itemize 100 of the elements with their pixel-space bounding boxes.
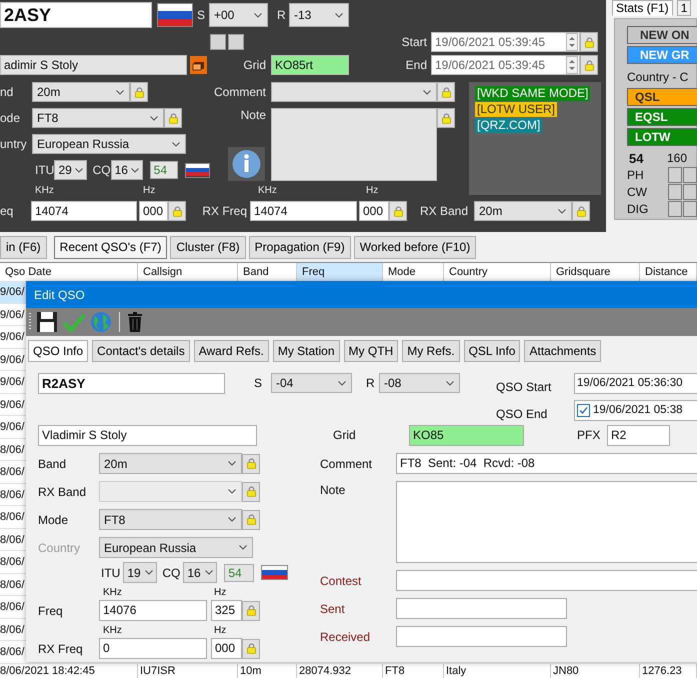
name-field[interactable]: adimir S Stoly: [0, 55, 187, 75]
dropdown[interactable]: -04: [271, 373, 352, 393]
column-header[interactable]: Band: [238, 263, 297, 281]
lock-button[interactable]: [242, 600, 260, 620]
dropdown[interactable]: European Russia: [32, 134, 186, 154]
comment-field[interactable]: FT8 Sent: -04 Rcvd: -08: [396, 453, 697, 474]
table-row[interactable]: 9/06/: [0, 326, 26, 348]
frequency-field[interactable]: 14074: [250, 201, 357, 221]
callsign-field[interactable]: 2ASY: [0, 2, 152, 28]
table-row[interactable]: 8/06/: [0, 484, 26, 506]
tab[interactable]: QSL Info: [464, 340, 520, 362]
hz-field[interactable]: 000: [211, 638, 242, 659]
received-field[interactable]: [396, 626, 567, 647]
hz-field[interactable]: 000: [359, 201, 389, 221]
column-header[interactable]: Gridsquare: [551, 263, 640, 281]
table-row[interactable]: 8/06/2021 18:42:45 IU7ISR 10m 28074.932 FT8 Italy JN80 1276.23: [0, 664, 697, 678]
note-area[interactable]: [396, 481, 697, 563]
table-row[interactable]: 8/06/: [0, 461, 26, 484]
dropdown[interactable]: FT8: [99, 509, 242, 530]
tab[interactable]: Contact's details: [92, 340, 190, 362]
table-row[interactable]: 8/06/: [0, 596, 26, 618]
lock-button[interactable]: [437, 82, 455, 102]
lock-button[interactable]: [580, 32, 598, 52]
lock-button[interactable]: [242, 454, 260, 474]
table-row[interactable]: 8/06/: [0, 506, 26, 528]
column-header[interactable]: Distance: [640, 263, 697, 281]
table-row[interactable]: 8/06/: [0, 528, 26, 551]
globe-icon[interactable]: [90, 311, 112, 333]
lock-button[interactable]: [242, 510, 260, 530]
dropdown[interactable]: 20m: [32, 82, 130, 102]
tab[interactable]: QSO Info: [28, 340, 88, 362]
dropdown[interactable]: -13: [289, 3, 349, 27]
dropdown[interactable]: 16: [183, 562, 218, 583]
tag[interactable]: [LOTW USER]: [475, 102, 558, 117]
lock-button[interactable]: [168, 201, 186, 221]
toggle-button[interactable]: [210, 34, 226, 50]
callsign-field[interactable]: R2ASY: [38, 372, 225, 394]
table-row[interactable]: 8/06/: [0, 551, 26, 574]
column-header[interactable]: Mode: [383, 263, 444, 281]
table-row[interactable]: 8/06/: [0, 641, 26, 664]
lock-button[interactable]: [242, 482, 260, 502]
dropdown[interactable]: FT8: [32, 108, 164, 128]
checkbox[interactable]: [577, 404, 590, 416]
table-row[interactable]: 8/06/: [0, 618, 26, 641]
dropdown[interactable]: -08: [379, 373, 460, 393]
tab[interactable]: Stats (F1): [612, 0, 673, 16]
column-header[interactable]: Callsign: [138, 263, 238, 281]
date-time-field[interactable]: 19/06/2021 05:38: [574, 400, 697, 420]
dropdown[interactable]: 20m: [474, 201, 572, 221]
date-time-field[interactable]: 19/06/2021 05:39:45: [431, 55, 580, 75]
tag[interactable]: [QRZ.COM]: [475, 118, 542, 133]
table-row[interactable]: 9/06/: [0, 394, 26, 416]
dropdown[interactable]: 20m: [99, 453, 242, 474]
column-header[interactable]: Qso Date: [0, 263, 138, 281]
tab[interactable]: Worked before (F10): [354, 236, 476, 258]
tab[interactable]: 1: [676, 0, 692, 16]
lock-button[interactable]: [437, 108, 455, 128]
toggle-button[interactable]: [228, 34, 244, 50]
tab[interactable]: My Station: [272, 340, 340, 362]
dropdown[interactable]: [271, 82, 437, 102]
tab[interactable]: in (F6): [0, 236, 47, 258]
frequency-field[interactable]: 14076: [99, 600, 207, 621]
dropdown[interactable]: 19: [123, 562, 158, 583]
tab[interactable]: Propagation (F9): [248, 236, 351, 258]
frequency-field[interactable]: 0: [99, 638, 207, 659]
dropdown[interactable]: European Russia: [99, 537, 253, 558]
grid-field[interactable]: KO85rt: [271, 55, 349, 75]
tab[interactable]: Attachments: [524, 340, 602, 362]
lock-button[interactable]: [130, 82, 148, 102]
table-row[interactable]: 8/06/: [0, 574, 26, 596]
contest-field[interactable]: [396, 570, 697, 591]
tab[interactable]: Recent QSO's (F7): [54, 236, 168, 258]
note-area[interactable]: [271, 108, 437, 181]
dropdown[interactable]: 29: [54, 160, 87, 180]
tab[interactable]: Award Refs.: [194, 340, 269, 362]
dropdown[interactable]: 16: [110, 160, 143, 180]
tag[interactable]: [WKD SAME MODE]: [475, 86, 590, 101]
table-row[interactable]: 9/06/: [0, 371, 26, 394]
sent-field[interactable]: [396, 598, 567, 619]
lock-button[interactable]: [242, 638, 260, 658]
table-row[interactable]: 9/06/: [0, 416, 26, 438]
lock-button[interactable]: [572, 201, 590, 221]
check-icon[interactable]: [62, 311, 86, 333]
grid-field[interactable]: KO85: [409, 424, 524, 446]
hz-field[interactable]: 325: [211, 600, 242, 621]
name-field[interactable]: Vladimir S Stoly: [38, 424, 257, 446]
table-row[interactable]: 8/06/: [0, 438, 26, 461]
table-row[interactable]: 9/06/: [0, 304, 26, 326]
tab[interactable]: Cluster (F8): [170, 236, 246, 258]
card-icon[interactable]: [190, 56, 207, 74]
date-time-field[interactable]: 19/06/2021 05:39:45: [431, 32, 580, 52]
save-icon[interactable]: [36, 311, 58, 333]
tab[interactable]: My QTH: [344, 340, 398, 362]
table-row[interactable]: 9/06/: [0, 348, 26, 371]
column-header[interactable]: Freq: [297, 263, 383, 281]
info-icon[interactable]: [228, 147, 265, 181]
column-header[interactable]: Country: [444, 263, 551, 281]
lock-button[interactable]: [389, 201, 407, 221]
status-badge[interactable]: NEW ON: [627, 26, 697, 44]
dropdown[interactable]: +00: [209, 3, 268, 27]
